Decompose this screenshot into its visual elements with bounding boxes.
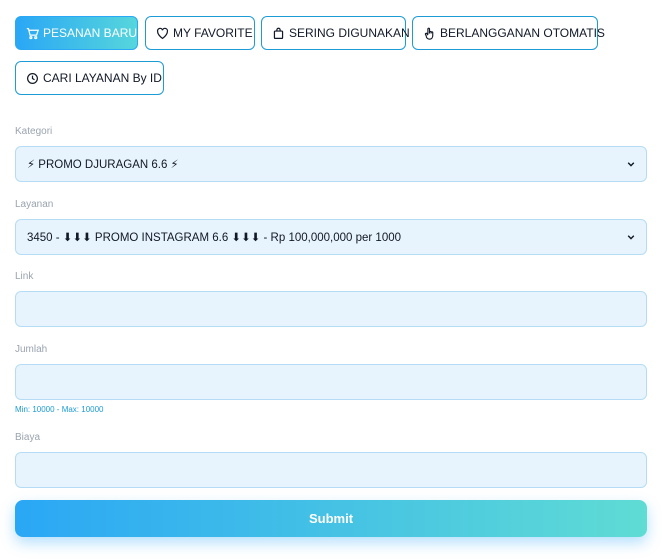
jumlah-input[interactable] [15,364,647,400]
cart-icon [26,27,39,39]
submit-button[interactable]: Submit [15,500,647,537]
layanan-value: 3450 - ⬇⬇⬇ PROMO INSTAGRAM 6.6 ⬇⬇⬇ - Rp … [27,232,402,244]
kategori-value: ⚡ PROMO DJURAGAN 6.6 ⚡ [27,159,179,171]
tab-label: SERING DIGUNAKAN [289,26,410,40]
chevron-down-icon [627,162,635,167]
hand-pointer-icon [424,27,434,40]
heart-icon [157,27,168,39]
tab-pesanan-baru[interactable]: PESANAN BARU [15,16,138,50]
link-label: Link [15,271,34,282]
tab-label: BERLANGGANAN OTOMATIS [440,26,605,40]
chevron-down-icon [627,235,635,240]
biaya-input[interactable] [15,452,647,488]
tab-sering-digunakan[interactable]: SERING DIGUNAKAN [261,16,410,50]
layanan-label: Layanan [15,199,54,210]
tab-berlangganan-otomatis[interactable]: BERLANGGANAN OTOMATIS [412,16,605,50]
tab-label: MY FAVORITE [173,26,253,40]
jumlah-hint: Min: 10000 - Max: 10000 [15,405,104,414]
jumlah-label: Jumlah [15,344,48,355]
kategori-select[interactable]: ⚡ PROMO DJURAGAN 6.6 ⚡ [15,146,647,182]
layanan-select[interactable]: 3450 - ⬇⬇⬇ PROMO INSTAGRAM 6.6 ⬇⬇⬇ - Rp … [15,219,647,255]
tab-label: CARI LAYANAN By ID [43,71,162,85]
kategori-label: Kategori [15,126,53,137]
clock-icon [27,72,38,84]
bag-icon [273,27,284,39]
link-input[interactable] [15,291,647,327]
tab-label: PESANAN BARU [43,26,138,40]
tab-cari-layanan-by-id[interactable]: CARI LAYANAN By ID [15,61,164,95]
tab-my-favorite[interactable]: MY FAVORITE [145,16,255,50]
biaya-label: Biaya [15,432,41,443]
